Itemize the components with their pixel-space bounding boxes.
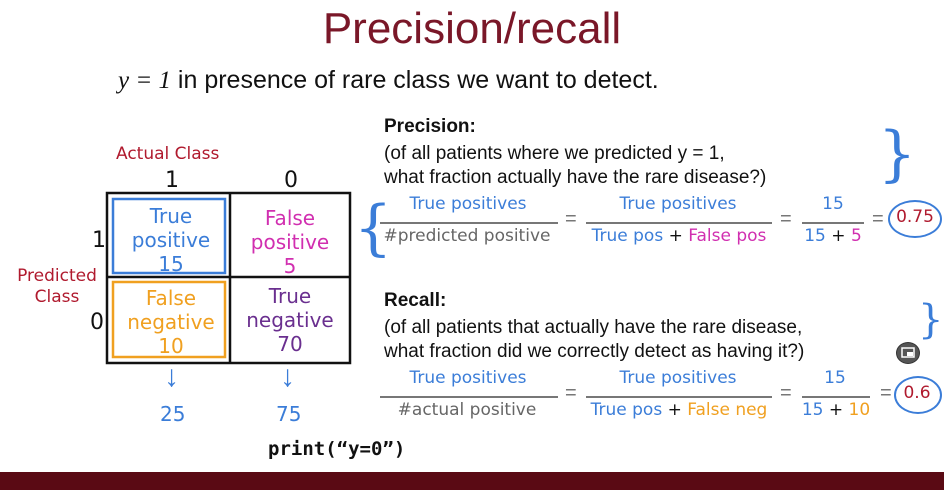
false-positive-cell: False positive 5	[234, 206, 346, 278]
recall-line2: what fraction did we correctly detect as…	[384, 341, 805, 362]
predicted-class-label: Predicted Class	[12, 266, 102, 308]
false-negative-cell: False negative 10	[115, 286, 227, 358]
tp-line2: positive	[131, 228, 211, 252]
recall-f1-denominator: #actual positive	[397, 400, 537, 420]
recall-f2-numerator: True positives	[619, 368, 737, 388]
tp-value: 15	[804, 226, 826, 246]
equals-sign: =	[565, 382, 577, 404]
fraction-bar	[380, 222, 558, 224]
equals-sign: =	[872, 208, 884, 230]
recall-f3-numerator: 15	[824, 368, 846, 388]
precision-f1-denominator: #predicted positive	[383, 226, 551, 246]
fraction-bar	[802, 396, 870, 398]
false-neg-term: False neg	[687, 400, 768, 420]
tn-count: 70	[277, 332, 303, 356]
plus-sign: +	[663, 226, 689, 246]
precision-f3-denominator: 15 + 5	[798, 226, 868, 246]
precision-f3-numerator: 15	[822, 194, 844, 214]
equals-sign: =	[780, 208, 792, 230]
fp-line1: False	[264, 206, 316, 230]
tn-line2: negative	[246, 308, 334, 332]
fraction-bar	[380, 396, 558, 398]
equals-sign: =	[880, 382, 892, 404]
col-1-total: 25	[160, 402, 186, 426]
subtitle-text: in presence of rare class we want to det…	[170, 66, 659, 94]
actual-class-label: Actual Class	[116, 144, 220, 164]
plus-sign: +	[825, 226, 851, 246]
true-pos-term: True pos	[591, 226, 664, 246]
recall-line1: (of all patients that actually have the …	[384, 317, 803, 338]
tp-value: 15	[801, 400, 824, 420]
slide-subtitle: y = 1 in presence of rare class we want …	[118, 66, 659, 95]
fn-line2: negative	[127, 310, 215, 334]
true-positive-cell: True positive 15	[115, 204, 227, 276]
precision-result: 0.75	[896, 207, 934, 227]
recall-f3-denominator: 15 + 10	[796, 400, 876, 420]
equals-sign: =	[565, 208, 577, 230]
tn-line1: True	[268, 284, 312, 308]
true-negative-cell: True negative 70	[234, 284, 346, 356]
plus-sign: +	[823, 400, 849, 420]
recall-result: 0.6	[903, 383, 931, 403]
fn-line1: False	[145, 286, 197, 310]
fraction-bar	[586, 396, 772, 398]
col-0-total: 75	[276, 402, 302, 426]
down-arrow-icon: ↓	[164, 360, 179, 393]
precision-f2-denominator: True pos + False pos	[582, 226, 776, 246]
true-pos-term: True pos	[590, 400, 663, 420]
fp-count: 5	[283, 254, 297, 278]
bottom-bar	[0, 472, 944, 490]
precision-f1-numerator: True positives	[409, 194, 527, 214]
slide-title: Precision/recall	[322, 4, 622, 53]
tp-count: 15	[158, 252, 184, 276]
plus-sign: +	[662, 400, 688, 420]
down-arrow-icon: ↓	[280, 360, 295, 393]
fraction-bar	[802, 222, 864, 224]
precision-line1: (of all patients where we predicted y = …	[384, 143, 725, 164]
predicted-label-line1: Predicted	[17, 266, 97, 286]
recall-f2-denominator: True pos + False neg	[582, 400, 776, 420]
tp-line1: True	[149, 204, 193, 228]
brace-icon: }	[878, 119, 917, 189]
pip-icon[interactable]	[896, 342, 920, 364]
precision-f2-numerator: True positives	[619, 194, 737, 214]
fp-line2: positive	[250, 230, 330, 254]
recall-heading: Recall:	[384, 290, 447, 311]
fn-value: 10	[848, 400, 871, 420]
predicted-label-line2: Class	[34, 287, 80, 307]
recall-f1-numerator: True positives	[409, 368, 527, 388]
precision-line2: what fraction actually have the rare dis…	[384, 167, 767, 188]
fraction-bar	[586, 222, 772, 224]
subtitle-math: y = 1	[118, 67, 171, 94]
fn-count: 10	[158, 334, 184, 358]
brace-icon: }	[918, 297, 944, 343]
fp-value: 5	[850, 226, 862, 246]
pip-glyph-icon	[901, 347, 915, 358]
equals-sign: =	[780, 382, 792, 404]
code-note: print(“y=0”)	[268, 438, 406, 460]
precision-heading: Precision:	[384, 116, 476, 137]
false-pos-term: False pos	[688, 226, 767, 246]
